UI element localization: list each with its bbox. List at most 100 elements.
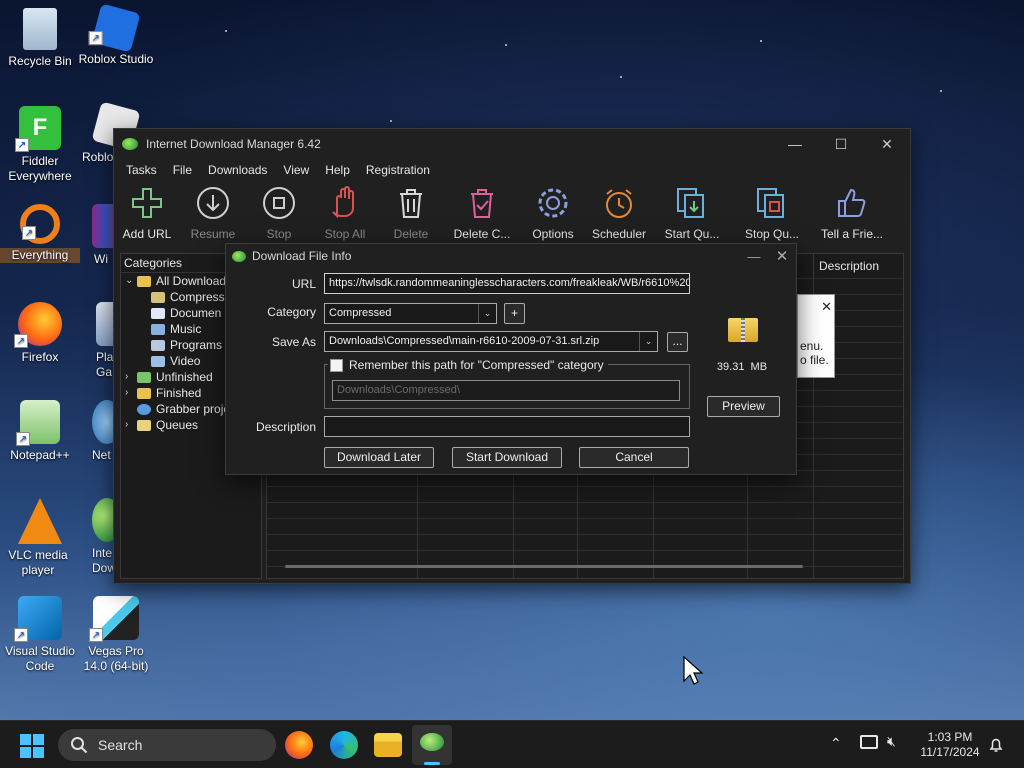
idm-logo-icon (232, 250, 246, 262)
desktop-icon-firefox[interactable]: ↗ Firefox (0, 302, 80, 365)
expand-icon[interactable]: ⌄ (125, 273, 137, 289)
remember-path-label[interactable]: Remember this path for "Compressed" cate… (349, 358, 604, 372)
info-tooltip: ✕ enu. o file. (797, 294, 835, 378)
menu-file[interactable]: File (165, 163, 200, 177)
toolbar-label: Add URL (122, 227, 172, 241)
close-icon[interactable]: ✕ (864, 129, 910, 159)
stop-queue-button[interactable]: Stop Qu... (732, 183, 812, 241)
expand-icon[interactable]: › (125, 369, 137, 385)
recycle-bin-icon (23, 8, 57, 50)
desktop-icon-label: Visual Studio Code (5, 644, 75, 673)
start-queue-button[interactable]: Start Qu... (652, 183, 732, 241)
video-icon (151, 355, 165, 367)
taskbar-file-explorer-icon[interactable] (374, 733, 402, 757)
resume-button[interactable]: Resume (180, 183, 246, 241)
archive-icon (151, 291, 165, 303)
tree-label: Video (170, 354, 201, 368)
menu-registration[interactable]: Registration (358, 163, 438, 177)
clock-date: 11/17/2024 (920, 745, 980, 759)
scheduler-button[interactable]: Scheduler (586, 183, 652, 241)
save-as-label: Save As (271, 335, 316, 349)
desktop-icon-vegas-pro[interactable]: ↗ Vegas Pro 14.0 (64-bit) (76, 596, 156, 674)
desktop-icon-label: Recycle Bin (8, 54, 72, 68)
menu-help[interactable]: Help (317, 163, 358, 177)
download-file-info-dialog[interactable]: Download File Info — ✕ URL https://twlsd… (225, 243, 797, 475)
network-icon[interactable] (860, 735, 878, 749)
vscode-icon: ↗ (14, 596, 62, 642)
delete-button[interactable]: Delete (378, 183, 444, 241)
stop-button[interactable]: Stop (246, 183, 312, 241)
toolbar-label: Tell a Frie... (820, 227, 883, 241)
tree-label: Finished (156, 386, 202, 400)
tree-label: Documen (170, 306, 222, 320)
expand-icon[interactable]: › (125, 385, 137, 401)
taskbar-edge-icon[interactable] (330, 731, 358, 759)
taskbar-idm-icon[interactable] (412, 725, 452, 765)
desktop-icon-recycle-bin[interactable]: Recycle Bin (0, 8, 80, 69)
add-url-button[interactable]: Add URL (114, 183, 180, 241)
minimize-icon[interactable]: — (740, 249, 768, 264)
save-as-combobox[interactable]: Downloads\Compressed\main-r6610-2009-07-… (324, 331, 658, 352)
tree-label: Music (170, 322, 202, 336)
taskbar-firefox-icon[interactable] (285, 731, 313, 759)
notification-bell-icon[interactable] (988, 737, 1004, 753)
zip-archive-icon (728, 318, 758, 342)
menu-view[interactable]: View (275, 163, 317, 177)
desktop-icon-label: VLC media player (8, 548, 68, 577)
dialog-titlebar[interactable]: Download File Info — ✕ (226, 244, 796, 268)
stop-all-button[interactable]: Stop All (312, 183, 378, 241)
desktop-icon-everything[interactable]: ↗ Everything (0, 204, 80, 263)
delete-completed-button[interactable]: Delete C... (444, 183, 520, 241)
preview-button[interactable]: Preview (707, 396, 780, 417)
tree-label: Compress (170, 290, 225, 304)
url-label: URL (291, 277, 316, 291)
options-button[interactable]: Options (520, 183, 586, 241)
desktop-icon-notepadpp[interactable]: ↗ Notepad++ (0, 400, 80, 463)
vlc-icon (18, 498, 62, 544)
desktop-icon-vlc[interactable]: VLC media player (0, 498, 80, 578)
horizontal-scrollbar[interactable] (285, 565, 803, 568)
desktop-icon-vscode[interactable]: ↗ Visual Studio Code (0, 596, 80, 674)
notepadpp-icon: ↗ (16, 400, 60, 446)
idm-titlebar[interactable]: Internet Download Manager 6.42 — ☐ ✕ (114, 129, 910, 159)
desktop-icon-label: Everything (0, 248, 80, 263)
tooltip-close-icon[interactable]: ✕ (800, 299, 832, 315)
taskbar-search[interactable]: Search (58, 729, 276, 761)
start-button[interactable] (20, 734, 44, 758)
menu-downloads[interactable]: Downloads (200, 163, 275, 177)
expand-icon[interactable]: › (125, 417, 137, 433)
desktop-icon-label: Firefox (21, 350, 59, 364)
tell-a-friend-button[interactable]: Tell a Frie... (812, 183, 892, 241)
column-header-description[interactable]: Description (813, 254, 905, 278)
close-icon[interactable]: ✕ (768, 247, 796, 265)
windows-logo-icon (20, 734, 31, 745)
desktop-icon-label: Fiddler Everywhere (8, 154, 72, 183)
document-icon (151, 307, 165, 319)
start-download-button[interactable]: Start Download (452, 447, 562, 468)
add-category-button[interactable]: + (504, 303, 525, 324)
menu-tasks[interactable]: Tasks (118, 163, 165, 177)
download-later-button[interactable]: Download Later (324, 447, 434, 468)
url-field[interactable]: https://twlsdk.randommeaninglesscharacte… (324, 273, 690, 294)
browse-button[interactable]: ... (667, 332, 688, 352)
program-icon (151, 339, 165, 351)
description-field[interactable] (324, 416, 690, 437)
cancel-button[interactable]: Cancel (579, 447, 689, 468)
clock[interactable]: 1:03 PM 11/17/2024 (914, 730, 986, 760)
mouse-cursor-icon (683, 656, 703, 685)
remember-path-checkbox[interactable] (330, 358, 343, 372)
desktop-icon-roblox-studio[interactable]: ↗ Roblox Studio (76, 3, 156, 67)
speaker-muted-icon[interactable]: 🔇︎ (887, 733, 896, 750)
remember-path-row: Remember this path for "Compressed" cate… (328, 357, 608, 373)
roblox-studio-icon: ↗ (88, 3, 141, 53)
toolbar-label: Resume (190, 227, 236, 241)
category-label: Category (267, 305, 316, 319)
show-hidden-icons-chevron-icon[interactable]: ⌃ (830, 735, 842, 752)
tree-label: Programs (170, 338, 223, 352)
toolbar-label: Delete (393, 227, 429, 241)
desktop-icon-fiddler[interactable]: F ↗ Fiddler Everywhere (0, 106, 80, 184)
category-select[interactable]: Compressed ⌄ (324, 303, 497, 324)
taskbar: Search ⌃ 🔇︎ 1:03 PM 11/17/2024 (0, 720, 1024, 768)
maximize-icon[interactable]: ☐ (818, 129, 864, 159)
minimize-icon[interactable]: — (772, 129, 818, 159)
